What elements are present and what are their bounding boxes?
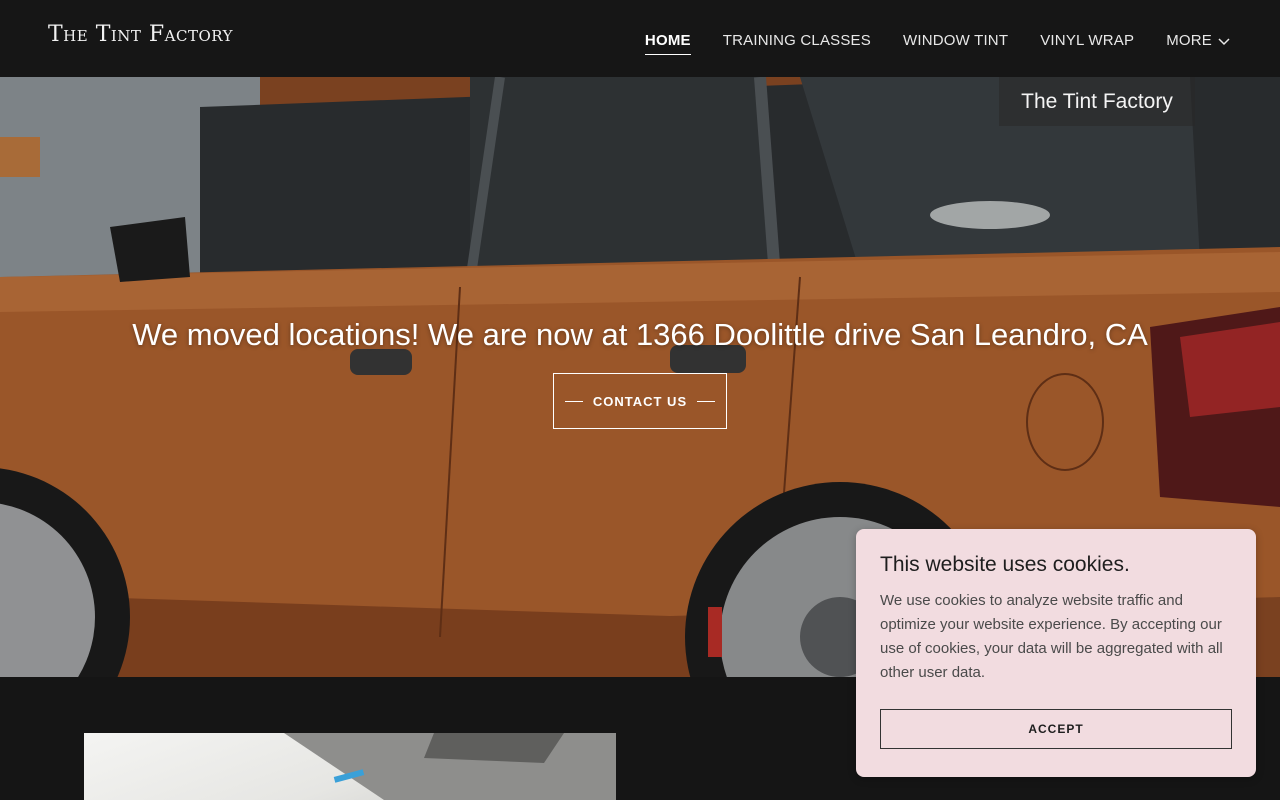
dash-decoration <box>697 400 716 402</box>
nav-item-label: HOME <box>644 32 691 49</box>
site-logo[interactable]: The Tint Factory <box>48 22 233 47</box>
section-image <box>84 733 616 800</box>
dash-decoration <box>564 400 583 402</box>
cookie-title: This website uses cookies. <box>880 553 1130 576</box>
nav-item-vinyl-wrap[interactable]: VINYL WRAP <box>1040 32 1134 53</box>
chevron-down-icon <box>1218 37 1230 45</box>
hero-headline: We moved locations! We are now at 1366 D… <box>132 317 1148 352</box>
nav-item-more[interactable]: MORE <box>1166 32 1230 53</box>
site-header: The Tint Factory HOME TRAINING CLASSES W… <box>0 0 1280 77</box>
nav-item-training-classes[interactable]: TRAINING CLASSES <box>723 32 871 53</box>
nav-item-label: WINDOW TINT <box>902 32 1009 49</box>
nav-item-home[interactable]: HOME <box>644 32 691 55</box>
nav-item-label: TRAINING CLASSES <box>722 32 871 49</box>
hero-badge: The Tint Factory <box>999 77 1195 126</box>
accept-cookies-button[interactable]: ACCEPT <box>880 709 1232 749</box>
nav-item-label: MORE <box>1166 32 1212 49</box>
cookie-text: We use cookies to analyze website traffi… <box>880 592 1223 681</box>
contact-us-button[interactable]: CONTACT US <box>553 373 727 429</box>
nav-item-window-tint[interactable]: WINDOW TINT <box>903 32 1008 53</box>
contact-us-label: CONTACT US <box>592 393 688 409</box>
section-image-graphic <box>284 733 616 800</box>
cookie-banner: This website uses cookies. We use cookie… <box>856 529 1256 777</box>
nav-item-label: VINYL WRAP <box>1040 32 1135 49</box>
main-nav: HOME TRAINING CLASSES WINDOW TINT VINYL … <box>644 32 1230 55</box>
